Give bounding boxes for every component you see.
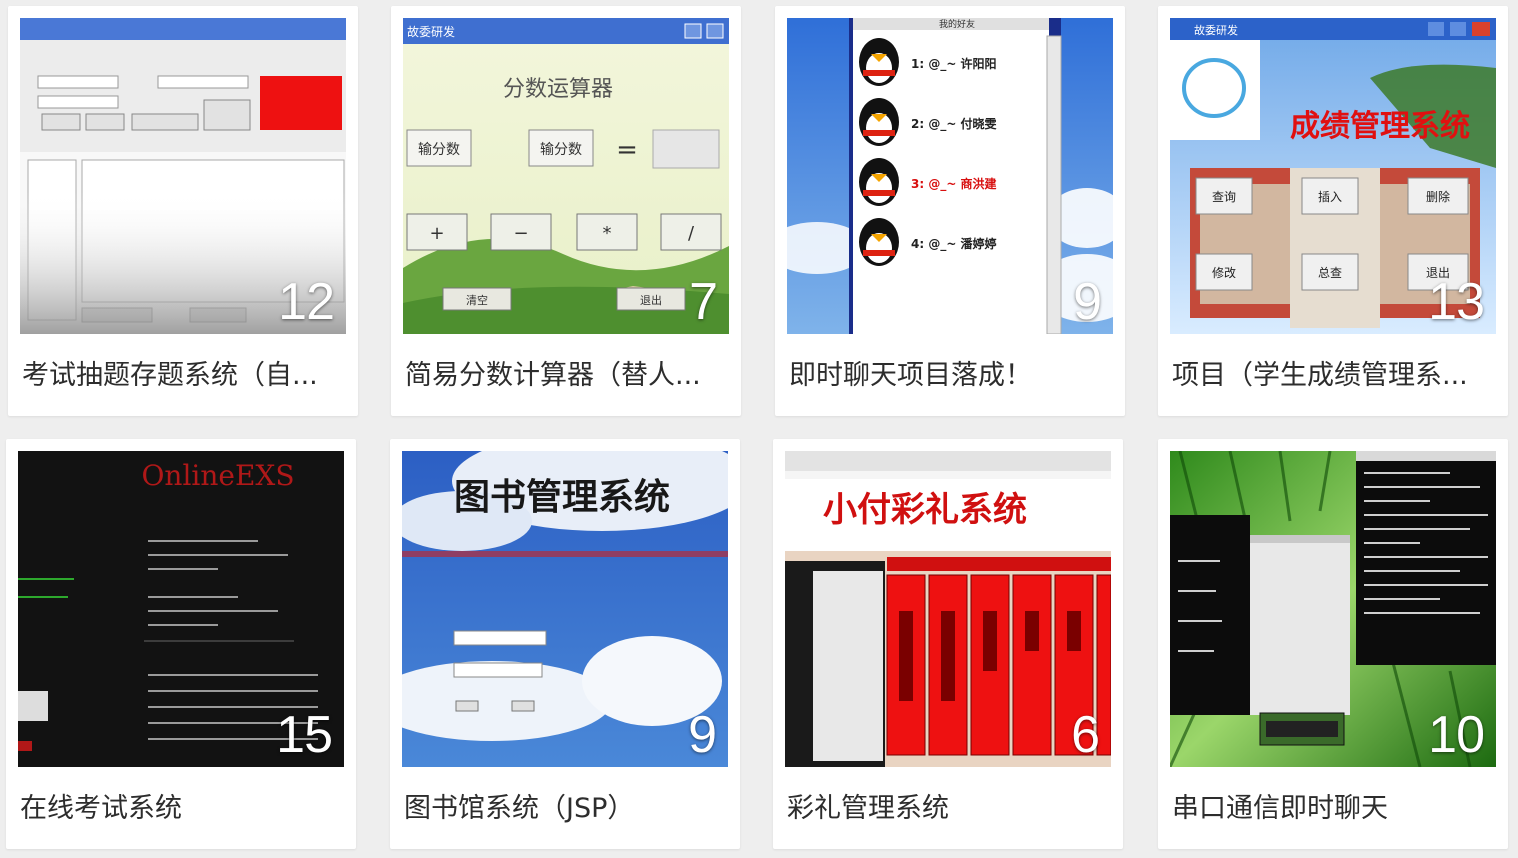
svg-text:4: @_~ 潘婷婷: 4: @_~ 潘婷婷 xyxy=(911,236,997,252)
project-title[interactable]: 即时聊天项目落成！ xyxy=(789,356,1111,396)
project-card[interactable]: 12 考试抽题存题系统（自... xyxy=(8,6,358,416)
project-thumbnail[interactable]: 12 xyxy=(20,18,346,334)
svg-text:清空: 清空 xyxy=(466,293,488,307)
project-thumbnail[interactable]: 故委研发 成绩管理系统 查询 插入 删除 修改 总查 退出 13 xyxy=(1170,18,1496,334)
project-card[interactable]: 10 串口通信即时聊天 xyxy=(1158,439,1508,849)
svg-text:图书管理系统: 图书管理系统 xyxy=(454,476,670,518)
project-card[interactable]: 故委研发 成绩管理系统 查询 插入 删除 修改 总查 退出 13 项目（学生成绩… xyxy=(1158,6,1508,416)
project-card[interactable]: 图书管理系统 9 图书馆系统（JSP） xyxy=(390,439,740,849)
svg-text:故委研发: 故委研发 xyxy=(1194,23,1238,37)
project-title[interactable]: 在线考试系统 xyxy=(20,789,342,829)
project-card[interactable]: 我的好友 1: @_~ 许阳阳 2: @_~ 付晓雯 3: @_~ 商洪建 4:… xyxy=(775,6,1125,416)
svg-text:3: @_~ 商洪建: 3: @_~ 商洪建 xyxy=(911,176,998,192)
svg-text:查询: 查询 xyxy=(1212,190,1236,204)
image-count: 15 xyxy=(276,706,333,764)
svg-text:小付彩礼系统: 小付彩礼系统 xyxy=(823,490,1027,530)
image-count: 10 xyxy=(1428,706,1485,764)
svg-text:删除: 删除 xyxy=(1426,189,1450,204)
svg-text:*: * xyxy=(603,223,612,244)
image-count: 9 xyxy=(688,706,717,764)
image-count: 7 xyxy=(689,273,718,331)
svg-text:分数运算器: 分数运算器 xyxy=(503,77,613,102)
svg-text:−: − xyxy=(513,223,528,244)
project-thumbnail[interactable]: OnlineEXS 15 xyxy=(18,451,344,767)
svg-text:/: / xyxy=(688,223,695,244)
project-thumbnail[interactable]: 图书管理系统 9 xyxy=(402,451,728,767)
svg-text:退出: 退出 xyxy=(640,293,662,307)
svg-text:故委研发: 故委研发 xyxy=(407,24,455,39)
thumbnail-image: 小付彩礼系统 xyxy=(785,451,1111,767)
svg-text:输分数: 输分数 xyxy=(418,142,460,158)
svg-text:我的好友: 我的好友 xyxy=(939,18,975,30)
project-card[interactable]: OnlineEXS 15 在线考试系统 xyxy=(6,439,356,849)
project-grid: 12 考试抽题存题系统（自... 故委研发 分数运算器 输分数 输分数 = + … xyxy=(0,0,1518,858)
project-title[interactable]: 项目（学生成绩管理系... xyxy=(1172,356,1494,396)
svg-text:=: = xyxy=(616,135,638,165)
svg-text:总查: 总查 xyxy=(1318,266,1342,280)
svg-text:OnlineEXS: OnlineEXS xyxy=(141,459,294,492)
project-thumbnail[interactable]: 小付彩礼系统 6 xyxy=(785,451,1111,767)
svg-text:成绩管理系统: 成绩管理系统 xyxy=(1290,109,1470,144)
project-card[interactable]: 小付彩礼系统 6 彩礼管理系统 xyxy=(773,439,1123,849)
project-thumbnail[interactable]: 故委研发 分数运算器 输分数 输分数 = + − * / 清空 退出 7 xyxy=(403,18,729,334)
image-count: 12 xyxy=(278,273,335,331)
svg-text:输分数: 输分数 xyxy=(540,142,582,158)
project-title[interactable]: 图书馆系统（JSP） xyxy=(404,789,726,829)
project-thumbnail[interactable]: 我的好友 1: @_~ 许阳阳 2: @_~ 付晓雯 3: @_~ 商洪建 4:… xyxy=(787,18,1113,334)
project-title[interactable]: 考试抽题存题系统（自... xyxy=(22,356,344,396)
thumbnail-image: 图书管理系统 xyxy=(402,451,728,767)
thumbnail-image: 故委研发 分数运算器 输分数 输分数 = + − * / 清空 退出 xyxy=(403,18,729,334)
project-title[interactable]: 彩礼管理系统 xyxy=(787,789,1109,829)
project-title[interactable]: 简易分数计算器（替人... xyxy=(405,356,727,396)
project-thumbnail[interactable]: 10 xyxy=(1170,451,1496,767)
project-title[interactable]: 串口通信即时聊天 xyxy=(1172,789,1494,829)
image-count: 9 xyxy=(1073,273,1102,331)
thumbnail-image: 我的好友 1: @_~ 许阳阳 2: @_~ 付晓雯 3: @_~ 商洪建 4:… xyxy=(787,18,1113,334)
project-card[interactable]: 故委研发 分数运算器 输分数 输分数 = + − * / 清空 退出 7 简易分… xyxy=(391,6,741,416)
svg-text:修改: 修改 xyxy=(1212,265,1236,280)
svg-text:1: @_~ 许阳阳: 1: @_~ 许阳阳 xyxy=(911,56,997,72)
svg-text:2: @_~ 付晓雯: 2: @_~ 付晓雯 xyxy=(911,116,998,132)
svg-text:插入: 插入 xyxy=(1318,190,1342,204)
image-count: 6 xyxy=(1071,706,1100,764)
image-count: 13 xyxy=(1428,273,1485,331)
svg-text:+: + xyxy=(429,223,444,244)
